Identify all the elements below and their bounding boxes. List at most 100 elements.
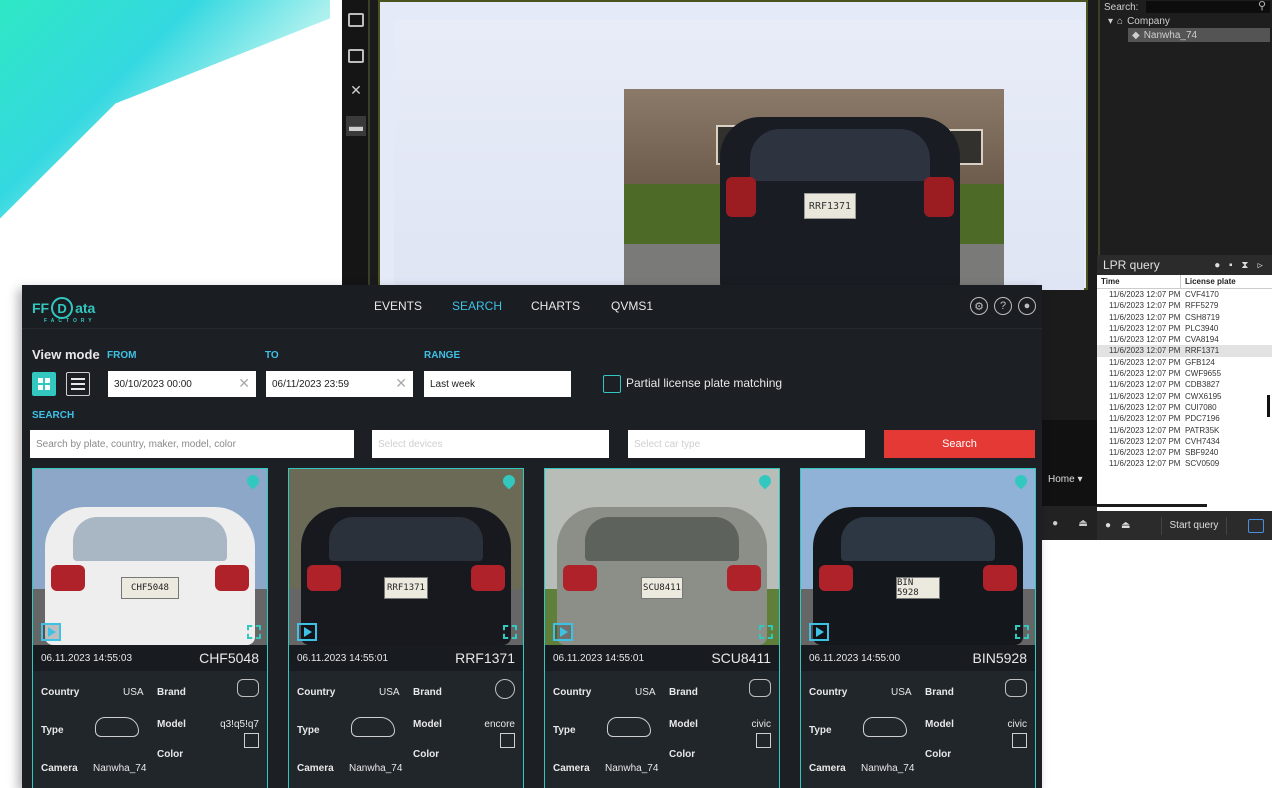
fullscreen-icon[interactable] [759,625,773,639]
car-image[interactable]: RRF1371 [289,469,523,645]
list-view-button[interactable] [66,372,90,396]
home-icon: ⌂ [1117,15,1124,27]
result-card[interactable]: CHF5048 06.11.2023 14:55:03 CHF5048 Coun… [32,468,268,788]
tree-item-device[interactable]: ◆ Nanwha_74 [1128,28,1270,42]
lpr-row[interactable]: 11/6/2023 12:07 PM PDC7196 [1097,413,1272,424]
fullscreen-icon[interactable] [1015,625,1029,639]
lpr-row[interactable]: 11/6/2023 12:07 PM RRF1371 [1097,345,1272,357]
nav-qvms[interactable]: QVMS1 [611,299,653,313]
lpr-header-icons[interactable]: ● ▪ ⧗ ⊳ [1214,260,1266,271]
lpr-row-time: 11/6/2023 12:07 PM [1109,380,1181,390]
card-meta: 06.11.2023 14:55:03 CHF5048 [33,645,267,671]
lpr-row[interactable]: 11/6/2023 12:07 PM CWX6195 [1097,391,1272,402]
color-label: Color [157,749,184,760]
card-timestamp: 06.11.2023 14:55:00 [809,652,901,664]
nav-search[interactable]: SEARCH [452,299,502,313]
search-button-label: Search [942,438,977,450]
tree-search-input[interactable]: ⚲ [1146,0,1270,13]
lpr-row[interactable]: 11/6/2023 12:07 PM CVA8194 [1097,334,1272,345]
lpr-row[interactable]: 11/6/2023 12:07 PM SBF9240 [1097,447,1272,458]
audi-logo-icon [237,679,259,697]
lpr-row-plate: CVA8194 [1185,335,1219,345]
search-input[interactable]: Search by plate, country, maker, model, … [30,430,354,458]
vms-rail: ✕ ▬ [342,0,370,290]
lpr-row[interactable]: 11/6/2023 12:07 PM GFB124 [1097,357,1272,368]
lpr-title: LPR query [1103,258,1160,272]
lpr-col-time[interactable]: Time [1097,275,1181,288]
color-swatch [1012,733,1027,748]
export-icon[interactable] [1248,518,1264,533]
eject-icon[interactable]: ⏏ [1078,518,1087,529]
user-icon[interactable]: ● [1018,297,1036,315]
video-viewport[interactable]: RRF1371 [378,0,1088,290]
tree-item-company[interactable]: ▾ ⌂ Company [1108,14,1170,28]
car-image[interactable]: BIN 5928 [801,469,1035,645]
nav-charts[interactable]: CHARTS [531,299,580,313]
tools-icon[interactable]: ✕ [346,80,366,100]
lpr-row[interactable]: 11/6/2023 12:07 PM CVF4170 [1097,289,1272,300]
nav-events[interactable]: EVENTS [374,299,422,313]
lpr-row[interactable]: 11/6/2023 12:07 PM PLC3940 [1097,323,1272,334]
partial-match-checkbox[interactable] [603,375,621,393]
lpr-col-plate[interactable]: License plate [1181,275,1240,288]
lpr-row[interactable]: 11/6/2023 12:07 PM CUI7080 [1097,402,1272,413]
car-icon[interactable]: ▬ [346,116,366,136]
range-label: RANGE [424,350,461,361]
clear-icon[interactable]: ✕ [238,375,250,392]
lpr-row[interactable]: 11/6/2023 12:07 PM CWF9655 [1097,368,1272,379]
country-label: Country [553,687,592,698]
lpr-row[interactable]: 11/6/2023 12:07 PM RFF5279 [1097,300,1272,311]
logo-subtitle: FACTORY [44,318,96,324]
fullscreen-icon[interactable] [247,625,261,639]
help-icon[interactable]: ● [1052,518,1058,529]
lpr-row-plate: GFB124 [1185,357,1215,367]
lpr-row[interactable]: 11/6/2023 12:07 PM CSH8719 [1097,312,1272,323]
lpr-row-time: 11/6/2023 12:07 PM [1109,312,1181,322]
play-icon[interactable] [553,623,573,641]
clear-icon[interactable]: ✕ [395,375,407,392]
playback-icon[interactable] [346,46,366,66]
fullscreen-icon[interactable] [503,625,517,639]
from-date-input[interactable]: 30/10/2023 00:00 ✕ [108,371,256,397]
suv-icon [95,717,139,737]
honda-logo-icon [749,679,771,697]
lpr-row[interactable]: 11/6/2023 12:07 PM PATR35K [1097,425,1272,436]
film-icon[interactable] [346,10,366,30]
result-card[interactable]: RRF1371 06.11.2023 14:55:01 RRF1371 Coun… [288,468,524,788]
result-card[interactable]: BIN 5928 06.11.2023 14:55:00 BIN5928 Cou… [800,468,1036,788]
car-type-select[interactable]: Select car type [628,430,865,458]
lpr-query-panel: LPR query ● ▪ ⧗ ⊳ Time License plate 11/… [1097,255,1272,540]
car-image[interactable]: CHF5048 [33,469,267,645]
brand-label: Brand [157,687,186,698]
lpr-hscrollbar[interactable] [1097,504,1207,507]
play-icon[interactable] [41,623,61,641]
help-icon[interactable]: ? [994,297,1012,315]
lpr-row[interactable]: 11/6/2023 12:07 PM SCV0509 [1097,458,1272,469]
search-button[interactable]: Search [884,430,1035,458]
devices-select[interactable]: Select devices [372,430,609,458]
color-swatch [500,733,515,748]
home-dropdown[interactable]: Home ▾ [1048,470,1096,488]
card-meta: 06.11.2023 14:55:01 SCU8411 [545,645,779,671]
camera-value: Nanwha_74 [605,763,659,774]
help-icon[interactable]: ● [1105,520,1111,531]
model-value: civic [1007,719,1027,730]
lpr-columns: Time License plate [1097,275,1272,289]
lpr-row[interactable]: 11/6/2023 12:07 PM CVH7434 [1097,436,1272,447]
lpr-row[interactable]: 11/6/2023 12:07 PM CDB3827 [1097,379,1272,390]
gear-icon[interactable]: ⚙ [970,297,988,315]
play-icon[interactable] [297,623,317,641]
to-date-input[interactable]: 06/11/2023 23:59 ✕ [266,371,413,397]
car-image[interactable]: SCU8411 [545,469,779,645]
lpr-row-time: 11/6/2023 12:07 PM [1109,290,1181,299]
logo-prefix: FF [32,300,50,316]
grid-view-button[interactable] [32,372,56,396]
play-icon[interactable] [809,623,829,641]
result-card[interactable]: SCU8411 06.11.2023 14:55:01 SCU8411 Coun… [544,468,780,788]
eject-icon[interactable]: ⏏ [1121,520,1130,531]
range-select[interactable]: Last week [424,371,571,397]
lpr-row-time: 11/6/2023 12:07 PM [1109,391,1181,401]
tree-device-label: Nanwha_74 [1143,29,1198,41]
lpr-scrollbar[interactable] [1267,395,1270,417]
start-query-button[interactable]: Start query [1160,516,1228,535]
